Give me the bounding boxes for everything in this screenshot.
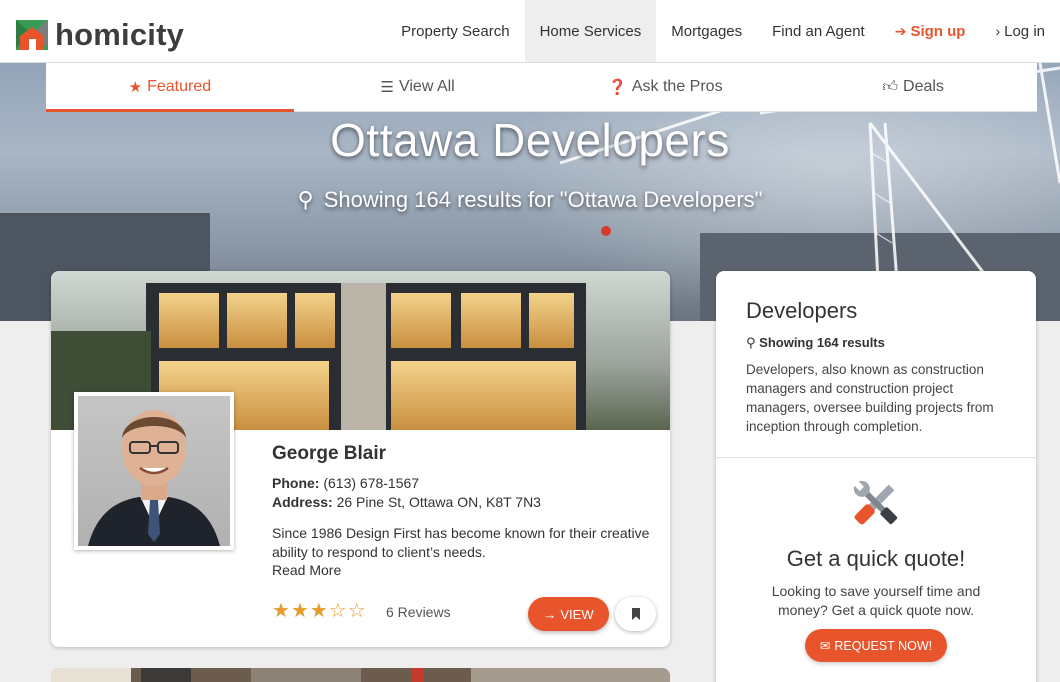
tab-ask-the-pros[interactable]: ❓ Ask the Pros [542,63,790,111]
listing-card-next[interactable] [51,668,670,682]
list-icon: ☰ [380,79,394,96]
signup-label: Sign up [910,22,966,40]
star-filled-icon: ★ [290,600,310,622]
listing-card: George Blair Phone: (613) 678-1567 Addre… [51,271,670,647]
results-subtitle: ⚲ Showing 164 results for "Ottawa Develo… [0,187,1060,213]
request-now-label: REQUEST NOW! [834,638,933,653]
envelope-icon: ✉ [819,639,831,653]
house-window [391,361,576,430]
person-portrait-icon [88,410,220,546]
tab-featured[interactable]: ★ Featured [46,63,294,112]
next-card-photo [51,668,131,682]
address-label: Address: [272,494,333,510]
view-button-label: VIEW [560,606,594,622]
results-subtitle-text: Showing 164 results for "Ottawa Develope… [323,187,763,212]
tab-deals-label: Deals [903,78,944,95]
homicity-logo-icon [16,20,48,50]
rating-stars: ★★★☆☆ [272,598,367,623]
search-icon: ⚲ [746,335,756,350]
category-title: Developers [746,298,858,323]
question-circle-icon: ❓ [608,79,627,96]
category-results-count-text: Showing 164 results [759,335,885,350]
wrench-screwdriver-icon [853,480,898,525]
category-tabs: ★ Featured ☰ View All ❓ Ask the Pros 👍︎ … [46,63,1037,112]
star-filled-icon: ★ [272,600,291,622]
top-navigation: homicity Property Search Home Services M… [0,0,1060,63]
tab-deals[interactable]: 👍︎ Deals [789,63,1037,111]
house-window [159,293,219,348]
bookmark-button[interactable] [615,597,656,631]
category-info-card: Developers ⚲ Showing 164 results Develop… [716,271,1036,682]
login-link[interactable]: › Log in [980,0,1060,62]
next-card-photo [251,668,361,682]
request-now-button[interactable]: ✉ REQUEST NOW! [805,629,947,662]
bookmark-icon [631,608,640,620]
logo[interactable]: homicity [16,17,184,51]
address-value: 26 Pine St, Ottawa ON, K8T 7N3 [336,494,541,510]
star-icon: ★ [128,79,143,96]
thumbs-up-icon: 👍︎ [882,78,899,95]
house-window [227,293,287,348]
agent-name[interactable]: George Blair [272,443,386,465]
house-window [391,293,451,348]
read-more-link[interactable]: Read More [272,562,341,578]
search-icon: ⚲ [297,187,314,212]
arrow-right-icon: → [543,606,557,622]
arrow-circle-right-icon: ➔ [894,22,907,39]
house-window [529,293,574,348]
category-results-count: ⚲ Showing 164 results [746,335,885,351]
star-empty-icon: ☆ [328,600,348,622]
nav-home-services[interactable]: Home Services [524,0,657,62]
next-card-photo [471,668,670,682]
category-description: Developers, also known as construction m… [746,362,994,434]
signup-link[interactable]: ➔ Sign up [880,0,981,62]
phone-value[interactable]: (613) 678-1567 [323,475,419,491]
phone-label: Phone: [272,475,320,491]
star-empty-icon: ☆ [347,600,367,622]
agent-description: Since 1986 Design First has become known… [272,525,650,560]
quote-description: Looking to save yourself time and money?… [771,583,981,618]
main-menu: Property Search Home Services Mortgages … [386,0,1060,62]
agent-phone: Phone: (613) 678-1567 [272,475,419,491]
page-title: Ottawa Developers [330,114,730,166]
next-card-photo [411,668,423,682]
star-filled-icon: ★ [309,600,329,622]
reviews-count[interactable]: 6 Reviews [386,604,451,620]
nav-mortgages[interactable]: Mortgages [656,0,757,62]
tab-featured-label: Featured [147,78,212,95]
agent-address: Address: 26 Pine St, Ottawa ON, K8T 7N3 [272,494,541,510]
agent-avatar[interactable] [74,392,234,550]
nav-property-search[interactable]: Property Search [386,0,524,62]
divider [716,457,1036,458]
view-button[interactable]: → VIEW [528,597,609,631]
logo-text: homicity [55,16,185,52]
next-card-photo [141,668,191,682]
tab-ask-the-pros-label: Ask the Pros [631,78,723,95]
house-window [295,293,335,348]
house-window [461,293,521,348]
house-pillar [341,283,386,430]
login-label: Log in [1004,22,1045,40]
chevron-right-icon: › [995,23,1001,39]
tab-view-all-label: View All [398,78,455,95]
quote-title: Get a quick quote! [786,546,966,571]
tab-view-all[interactable]: ☰ View All [294,63,542,111]
nav-find-an-agent[interactable]: Find an Agent [757,0,880,62]
